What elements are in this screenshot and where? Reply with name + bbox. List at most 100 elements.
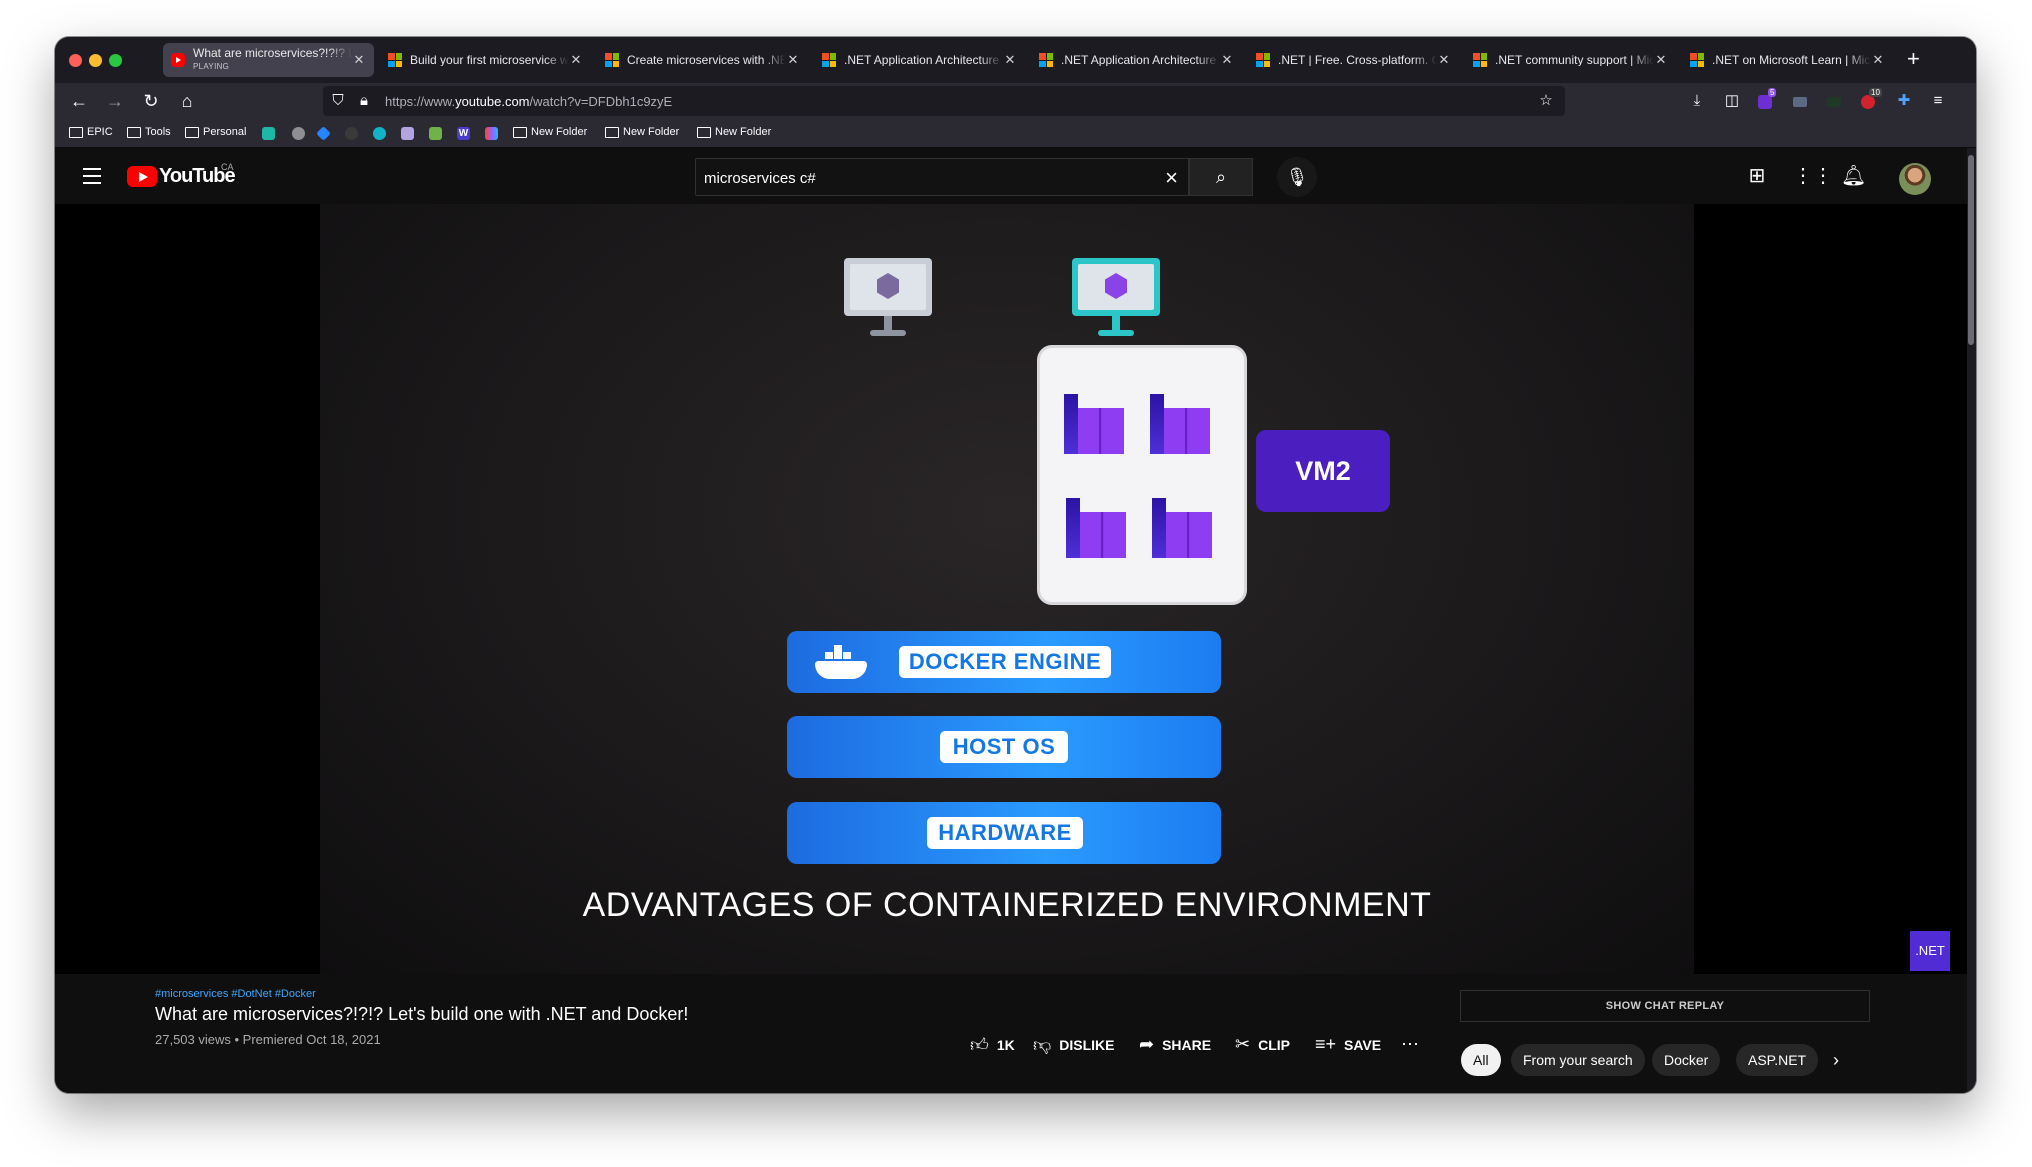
tab-microsoft[interactable]: Create microservices with .NET and ASP.N… [597, 43, 808, 77]
bookmark-favicon-icon[interactable] [373, 127, 386, 140]
address-bar[interactable]: ⛉ 🔒︎ https://www.youtube.com/watch?v=DFD… [323, 86, 1565, 116]
folder-icon [127, 126, 141, 138]
avatar[interactable] [1899, 163, 1931, 195]
puzzle-extension-icon[interactable]: ✚ [1895, 92, 1913, 110]
bookmark-folder-epic[interactable]: EPIC [69, 126, 113, 138]
tab-title: Build your first microservice with .NET [410, 54, 569, 66]
bookmark-label: Tools [145, 126, 171, 138]
navigation-toolbar: ← → ↻ ⌂ ⛉ 🔒︎ https://www.youtube.com/wat… [55, 83, 1976, 119]
close-tab-icon[interactable]: ✕ [1003, 52, 1017, 68]
share-button[interactable]: ➦ SHARE [1139, 1034, 1211, 1055]
apple-icon[interactable] [292, 127, 305, 140]
github-icon[interactable] [345, 127, 358, 140]
close-tab-icon[interactable]: ✕ [786, 52, 800, 68]
downloads-icon[interactable]: ⤓ [1688, 92, 1706, 110]
search-input[interactable]: microservices c# × [695, 158, 1189, 196]
chevron-right-icon[interactable]: › [1833, 1050, 1839, 1071]
more-actions-button[interactable]: ⋯ [1401, 1034, 1427, 1055]
tab-microsoft[interactable]: .NET | Free. Cross-platform. Open Source… [1248, 43, 1459, 77]
tab-playing-label: PLAYING [193, 62, 230, 71]
bookmark-favicon-icon[interactable] [262, 127, 275, 140]
figma-icon[interactable] [485, 127, 498, 140]
bookmark-folder-new[interactable]: New Folder [513, 126, 587, 138]
video-player[interactable]: VM2 DOCKER ENGINE HOST OS HARDWARE ADVAN… [55, 204, 1967, 974]
shield-icon[interactable]: ⛉ [329, 92, 347, 110]
bookmark-folder-new[interactable]: New Folder [605, 126, 679, 138]
menu-icon[interactable]: ≡ [1929, 92, 1947, 110]
bookmark-favicon-icon[interactable] [401, 127, 414, 140]
dotnet-watermark: .NET [1910, 931, 1950, 971]
chip-docker[interactable]: Docker [1652, 1044, 1721, 1076]
extension-icon[interactable] [1793, 97, 1807, 107]
save-button[interactable]: ≡+ SAVE [1315, 1034, 1381, 1055]
close-tab-icon[interactable]: ✕ [569, 52, 583, 68]
bookmark-favicon-icon[interactable] [429, 127, 442, 140]
chip-all[interactable]: All [1461, 1044, 1501, 1076]
minimize-window-button[interactable] [89, 54, 102, 67]
webflow-icon[interactable]: W [457, 127, 470, 140]
create-video-icon[interactable]: ⊞ [1745, 164, 1769, 188]
youtube-logo[interactable]: YouTube CA [127, 162, 236, 188]
video-hashtags[interactable]: #microservices #DotNet #Docker [155, 988, 316, 1000]
chip-aspnet[interactable]: ASP.NET [1736, 1044, 1819, 1076]
youtube-page: YouTube CA microservices c# × ⌕ 🎙︎ ⊞ ⋮⋮ … [55, 148, 1967, 1093]
apps-grid-icon[interactable]: ⋮⋮ [1793, 164, 1833, 188]
show-chat-replay-button[interactable]: SHOW CHAT REPLAY [1460, 990, 1870, 1022]
playlist-add-icon: ≡+ [1315, 1034, 1337, 1054]
voice-search-mic-icon[interactable]: 🎙︎ [1277, 157, 1317, 197]
video-frame[interactable]: VM2 DOCKER ENGINE HOST OS HARDWARE ADVAN… [320, 204, 1694, 974]
reload-icon[interactable]: ↻ [139, 89, 163, 113]
close-tab-icon[interactable]: ✕ [1220, 52, 1234, 68]
extension-badge: 5 [1768, 88, 1777, 97]
share-label: SHARE [1162, 1036, 1212, 1053]
tab-title: .NET on Microsoft Learn | Microsoft [1712, 54, 1871, 66]
sidebar-icon[interactable]: ◫ [1723, 92, 1741, 110]
container-cube-icon [1152, 498, 1214, 560]
adblock-icon[interactable] [1861, 95, 1875, 109]
close-tab-icon[interactable]: ✕ [1654, 52, 1668, 68]
zoom-window-button[interactable] [109, 54, 122, 67]
bookmark-star-icon[interactable]: ☆ [1537, 92, 1555, 110]
search-button[interactable]: ⌕ [1189, 158, 1253, 196]
tab-youtube[interactable]: What are microservices?!?!? Let's build … [163, 43, 374, 77]
bookmark-folder-personal[interactable]: Personal [185, 126, 246, 138]
notifications-bell-icon[interactable]: 🔔︎ [1841, 164, 1866, 188]
more-horizontal-icon: ⋯ [1401, 1034, 1419, 1054]
bookmark-folder-tools[interactable]: Tools [127, 126, 171, 138]
microsoft-icon [1690, 53, 1704, 67]
microsoft-icon [1256, 53, 1270, 67]
tab-microsoft[interactable]: .NET community support | Microsoft ✕ [1465, 43, 1676, 77]
chip-from-your-search[interactable]: From your search [1511, 1044, 1645, 1076]
dislike-button[interactable]: 👎︎ DISLIKE [1033, 1034, 1115, 1056]
tab-microsoft[interactable]: Build your first microservice with .NET … [380, 43, 591, 77]
jira-icon[interactable] [316, 126, 331, 141]
extension-icon[interactable] [1827, 97, 1841, 107]
new-tab-plus-icon[interactable]: + [1907, 46, 1920, 72]
close-window-button[interactable] [69, 54, 82, 67]
video-meta: 27,503 views • Premiered Oct 18, 2021 [155, 1032, 381, 1047]
tab-microsoft[interactable]: .NET Application Architecture Guides ✕ [814, 43, 1025, 77]
hardware-layer: HARDWARE [787, 802, 1221, 864]
url-text[interactable]: https://www.youtube.com/watch?v=DFDbh1c9… [385, 94, 672, 109]
bookmark-folder-new[interactable]: New Folder [697, 126, 771, 138]
close-tab-icon[interactable]: ✕ [1871, 52, 1885, 68]
tab-strip: What are microservices?!?!? Let's build … [55, 37, 1976, 83]
extension-badge: 10 [1869, 88, 1882, 97]
hamburger-menu-icon[interactable] [83, 168, 101, 189]
url-prefix: https://www. [385, 94, 456, 109]
clip-button[interactable]: ✂ CLIP [1235, 1034, 1290, 1055]
scrollbar-thumb[interactable] [1968, 155, 1974, 345]
lock-icon[interactable]: 🔒︎ [355, 92, 373, 110]
back-arrow-icon[interactable]: ← [67, 89, 91, 113]
tab-microsoft[interactable]: .NET on Microsoft Learn | Microsoft ✕ [1682, 43, 1893, 77]
close-tab-icon[interactable]: ✕ [352, 52, 366, 68]
like-button[interactable]: 👍︎ 1K [970, 1034, 1015, 1056]
folder-icon [605, 126, 619, 138]
close-tab-icon[interactable]: ✕ [1437, 52, 1451, 68]
extension-icon[interactable] [1758, 95, 1772, 109]
tab-title: What are microservices?!?!? Let's build … [193, 47, 352, 60]
forward-arrow-icon[interactable]: → [103, 89, 127, 113]
clear-search-icon[interactable]: × [1165, 165, 1178, 191]
tab-microsoft[interactable]: .NET Application Architecture Guides ✕ [1031, 43, 1242, 77]
home-icon[interactable]: ⌂ [175, 89, 199, 113]
